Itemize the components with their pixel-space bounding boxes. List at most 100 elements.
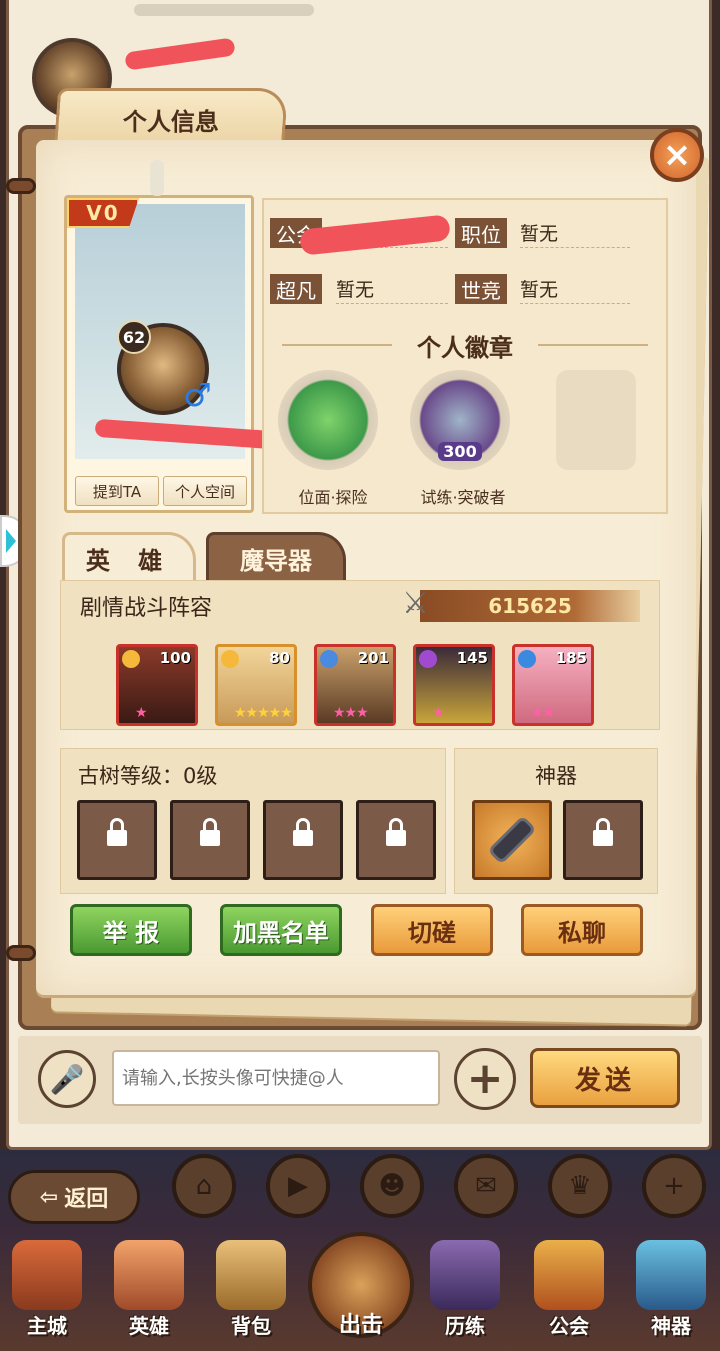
chat-top-bar <box>134 4 314 16</box>
nav-battle[interactable]: 出击 <box>308 1230 414 1351</box>
back-label: 返回 <box>64 1187 109 1212</box>
panel-title: 个人信息 <box>122 108 219 136</box>
castle-icon <box>12 1240 82 1310</box>
home-icon[interactable]: ⌂ <box>172 1154 236 1218</box>
nav-label: 历练 <box>445 1314 485 1338</box>
artifact-slot-locked[interactable] <box>563 800 643 880</box>
badge-locked-icon <box>556 370 636 470</box>
back-button[interactable]: ⇦ 返回 <box>8 1170 140 1224</box>
send-button[interactable]: 发送 <box>530 1048 680 1108</box>
nav-label: 公会 <box>549 1314 589 1338</box>
video-icon[interactable]: ▶ <box>266 1154 330 1218</box>
trophy-icon[interactable]: ♛ <box>548 1154 612 1218</box>
tree-slot-locked[interactable] <box>356 800 436 880</box>
duel-button[interactable]: 切磋 <box>371 904 493 956</box>
back-arrow-icon: ⇦ <box>39 1184 59 1210</box>
nav-guild[interactable]: 公会 <box>524 1230 614 1351</box>
pin-icon <box>150 160 164 196</box>
lock-icon <box>107 818 127 852</box>
mention-button[interactable]: 提到TA <box>75 476 159 506</box>
guild-shield-icon <box>534 1240 604 1310</box>
hero-slot-3[interactable]: 201 ★★★ <box>314 644 396 726</box>
hero-level: 185 <box>555 649 587 667</box>
badge-label-trial: 试练·突破者 <box>420 488 506 507</box>
tree-slot-locked[interactable] <box>170 800 250 880</box>
lock-icon <box>386 818 406 852</box>
hero-level: 100 <box>159 649 191 667</box>
friends-icon[interactable]: ☻ <box>360 1154 424 1218</box>
lineup-title: 剧情战斗阵容 <box>80 596 213 621</box>
nav-backpack[interactable]: 背包 <box>206 1230 296 1351</box>
shijing-value: 暂无 <box>520 274 630 304</box>
tree-slot-locked[interactable] <box>263 800 343 880</box>
shijing-label: 世竞 <box>455 274 507 304</box>
position-value: 暂无 <box>520 218 630 248</box>
element-icon <box>221 650 239 668</box>
chaofan-label: 超凡 <box>270 274 322 304</box>
hero-slot-4[interactable]: 145 ★ <box>413 644 495 726</box>
player-level: 62 <box>117 320 151 354</box>
blacklist-button[interactable]: 加黑名单 <box>220 904 342 956</box>
hero-stars: ★ <box>432 705 445 721</box>
mail-icon[interactable]: ✉ <box>454 1154 518 1218</box>
lock-icon <box>593 818 613 852</box>
nav-label: 背包 <box>231 1314 271 1338</box>
tab-mage-device[interactable]: 魔导器 <box>206 532 346 582</box>
lock-icon <box>293 818 313 852</box>
element-icon <box>419 650 437 668</box>
panel-title-tab: 个人信息 <box>53 88 289 148</box>
nav-training[interactable]: 历练 <box>420 1230 510 1351</box>
add-icon[interactable]: + <box>642 1154 706 1218</box>
badge-explorer-icon[interactable] <box>278 370 378 470</box>
nav-label: 主城 <box>27 1314 67 1338</box>
vip-badge: V0 <box>67 198 139 228</box>
badge-section-title: 个人徽章 <box>262 328 668 363</box>
chat-input[interactable] <box>112 1050 440 1106</box>
hero-stars: ★★★ <box>333 705 369 721</box>
hero-slot-5[interactable]: 185 ★★ <box>512 644 594 726</box>
element-icon <box>320 650 338 668</box>
chaofan-value: 暂无 <box>336 274 448 304</box>
tab-hero[interactable]: 英 雄 <box>62 532 196 582</box>
crystal-icon <box>636 1240 706 1310</box>
crossed-swords-icon: ⚔ <box>402 586 429 621</box>
hero-slot-2[interactable]: 80 ★★★★★ <box>215 644 297 726</box>
microphone-icon[interactable]: 🎤 <box>38 1050 96 1108</box>
private-chat-button[interactable]: 私聊 <box>521 904 643 956</box>
hero-level: 80 <box>269 649 290 667</box>
artifact-title: 神器 <box>535 764 577 788</box>
hero-slot-1[interactable]: 100 ★ <box>116 644 198 726</box>
close-button[interactable]: × <box>650 128 704 182</box>
report-button[interactable]: 举 报 <box>70 904 192 956</box>
hero-stars: ★★★★★ <box>234 705 293 721</box>
nav-main-city[interactable]: 主城 <box>2 1230 92 1351</box>
nav-heroes[interactable]: 英雄 <box>104 1230 194 1351</box>
artifact-hammer-slot[interactable] <box>472 800 552 880</box>
close-icon: × <box>662 135 692 175</box>
plus-button[interactable]: + <box>454 1048 516 1110</box>
element-icon <box>122 650 140 668</box>
nav-artifact[interactable]: 神器 <box>626 1230 716 1351</box>
hero-stars: ★★ <box>531 705 555 721</box>
ancient-tree-title: 古树等级：0级 <box>78 764 218 788</box>
profile-card: V0 62 ♂ 提到TA 个人空间 <box>64 195 254 513</box>
tower-icon <box>430 1240 500 1310</box>
badge-number: 300 <box>438 442 482 461</box>
tree-slot-locked[interactable] <box>77 800 157 880</box>
badge-trial-breaker-icon[interactable]: 300 <box>410 370 510 470</box>
hero-icon <box>114 1240 184 1310</box>
hammer-icon <box>491 819 533 861</box>
backpack-icon <box>216 1240 286 1310</box>
arrow-icon <box>6 529 16 553</box>
combat-power: 615625 <box>420 590 640 622</box>
personal-space-button[interactable]: 个人空间 <box>163 476 247 506</box>
nav-label: 神器 <box>651 1314 691 1338</box>
nav-label: 英雄 <box>129 1314 169 1338</box>
male-icon: ♂ <box>183 376 212 414</box>
binder-ring-bottom <box>6 945 36 961</box>
badge-label-explorer: 位面·探险 <box>298 488 368 507</box>
binder-ring-top <box>6 178 36 194</box>
position-label: 职位 <box>455 218 507 248</box>
hero-stars: ★ <box>135 705 148 721</box>
hero-level: 145 <box>456 649 488 667</box>
